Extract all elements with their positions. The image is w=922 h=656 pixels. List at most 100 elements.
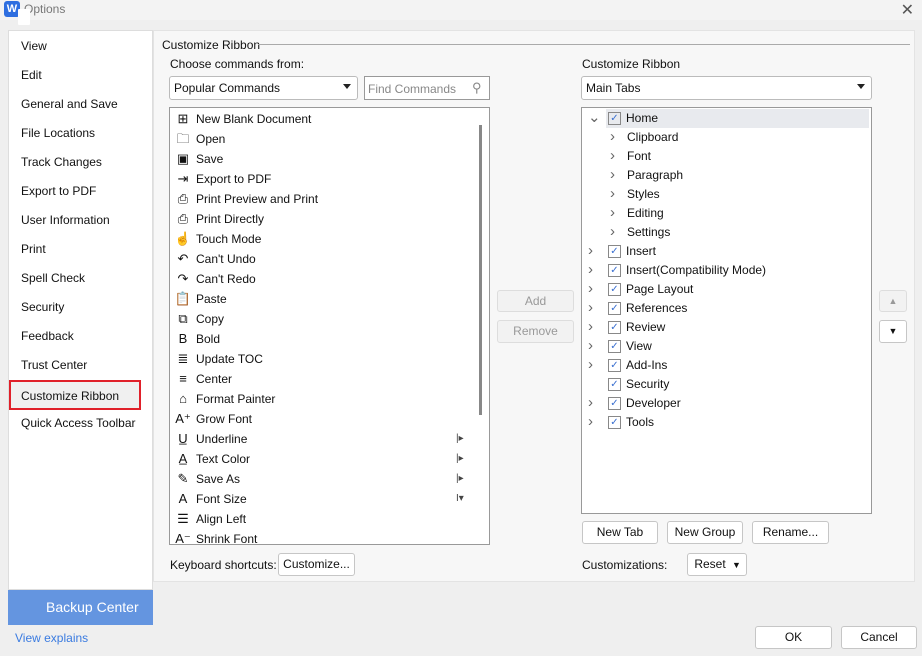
- command-item[interactable]: A̲ Text Color |▸: [174, 449, 474, 469]
- chevron-right-icon[interactable]: ›: [610, 127, 615, 146]
- rename-button[interactable]: Rename...: [752, 521, 829, 544]
- backup-center-button[interactable]: Backup Center: [8, 590, 153, 625]
- chevron-right-icon[interactable]: ›: [610, 222, 615, 241]
- command-item[interactable]: ▣ Save: [174, 149, 474, 169]
- tree-item[interactable]: › Clipboard: [582, 128, 869, 147]
- command-item[interactable]: ☝ Touch Mode: [174, 229, 474, 249]
- tree-item[interactable]: › ✓ Insert: [582, 242, 869, 261]
- chevron-right-icon[interactable]: ›: [588, 279, 593, 298]
- tree-item[interactable]: › Editing: [582, 204, 869, 223]
- chevron-right-icon[interactable]: ›: [588, 412, 593, 431]
- customize-shortcuts-button[interactable]: Customize...: [278, 553, 355, 576]
- reset-dropdown-button[interactable]: Reset ▼: [687, 553, 747, 576]
- commands-scrollbar[interactable]: [479, 125, 482, 415]
- chevron-right-icon[interactable]: ›: [588, 241, 593, 260]
- sidebar-item-view[interactable]: View: [21, 39, 47, 53]
- chevron-right-icon[interactable]: ›: [610, 165, 615, 184]
- checkbox[interactable]: ✓: [608, 416, 621, 429]
- command-item[interactable]: ✎ Save As |▸: [174, 469, 474, 489]
- checkbox[interactable]: ✓: [608, 397, 621, 410]
- sidebar-item-customize-ribbon[interactable]: Customize Ribbon: [9, 380, 141, 410]
- sidebar-item-user-information[interactable]: User Information: [21, 213, 110, 227]
- close-icon[interactable]: ✕: [901, 0, 914, 20]
- sidebar-item-export-to-pdf[interactable]: Export to PDF: [21, 184, 96, 198]
- command-item[interactable]: ⊞ New Blank Document: [174, 109, 474, 129]
- ok-button[interactable]: OK: [755, 626, 832, 649]
- tree-item[interactable]: › ✓ References: [582, 299, 869, 318]
- sidebar-item-print[interactable]: Print: [21, 242, 46, 256]
- commands-source-dropdown[interactable]: Popular Commands: [169, 76, 358, 100]
- command-item[interactable]: ⇥ Export to PDF: [174, 169, 474, 189]
- chevron-right-icon[interactable]: ›: [588, 393, 593, 412]
- chevron-right-icon[interactable]: ›: [588, 317, 593, 336]
- command-item[interactable]: ↷ Can't Redo: [174, 269, 474, 289]
- ribbon-tree[interactable]: ⌄ ✓ Home › Clipboard › Font › Paragraph › Styles › E…: [581, 107, 872, 514]
- sidebar-item-track-changes[interactable]: Track Changes: [21, 155, 102, 169]
- command-item[interactable]: 🗀 Open: [174, 129, 474, 149]
- new-group-button[interactable]: New Group: [667, 521, 743, 544]
- tree-item[interactable]: › Font: [582, 147, 869, 166]
- chevron-right-icon[interactable]: ›: [588, 355, 593, 374]
- tree-item[interactable]: › ✓ Insert(Compatibility Mode): [582, 261, 869, 280]
- command-item[interactable]: 📋 Paste: [174, 289, 474, 309]
- ribbon-tabs-dropdown[interactable]: Main Tabs: [581, 76, 872, 100]
- commands-list[interactable]: ⊞ New Blank Document 🗀 Open ▣ Save ⇥ Export to …: [169, 107, 490, 545]
- command-item[interactable]: ≡ Center: [174, 369, 474, 389]
- checkbox[interactable]: ✓: [608, 264, 621, 277]
- chevron-right-icon[interactable]: ›: [610, 203, 615, 222]
- tree-item[interactable]: › ✓ Review: [582, 318, 869, 337]
- command-item[interactable]: A Font Size I▾: [174, 489, 474, 509]
- chevron-right-icon[interactable]: ›: [610, 146, 615, 165]
- chevron-right-icon[interactable]: ›: [588, 336, 593, 355]
- search-icon[interactable]: ⚲: [472, 80, 482, 96]
- tree-item[interactable]: › Settings: [582, 223, 869, 242]
- checkbox[interactable]: ✓: [608, 302, 621, 315]
- tree-item[interactable]: › ✓ Page Layout: [582, 280, 869, 299]
- command-item[interactable]: ⌂ Format Painter: [174, 389, 474, 409]
- sidebar-item-file-locations[interactable]: File Locations: [21, 126, 95, 140]
- chevron-right-icon[interactable]: ›: [610, 184, 615, 203]
- tree-item[interactable]: › ✓ View: [582, 337, 869, 356]
- checkbox[interactable]: ✓: [608, 340, 621, 353]
- tree-item[interactable]: ⌄ ✓ Home: [588, 109, 869, 128]
- sidebar-item-quick-access-toolbar[interactable]: Quick Access Toolbar: [21, 416, 136, 430]
- tree-item[interactable]: › ✓ Add-Ins: [582, 356, 869, 375]
- sidebar-item-feedback[interactable]: Feedback: [21, 329, 74, 343]
- tree-item[interactable]: › Paragraph: [582, 166, 869, 185]
- new-tab-button[interactable]: New Tab: [582, 521, 658, 544]
- sidebar-item-trust-center[interactable]: Trust Center: [21, 358, 87, 372]
- add-button[interactable]: Add: [497, 290, 574, 312]
- sidebar-item-edit[interactable]: Edit: [21, 68, 42, 82]
- move-down-button[interactable]: ▼: [879, 320, 907, 343]
- command-item[interactable]: A⁻ Shrink Font: [174, 529, 474, 544]
- cancel-button[interactable]: Cancel: [841, 626, 917, 649]
- tree-item[interactable]: › ✓ Developer: [582, 394, 869, 413]
- command-item[interactable]: ↶ Can't Undo: [174, 249, 474, 269]
- sidebar-item-security[interactable]: Security: [21, 300, 64, 314]
- checkbox[interactable]: ✓: [608, 321, 621, 334]
- command-item[interactable]: ☰ Align Left: [174, 509, 474, 529]
- move-up-button[interactable]: ▲: [879, 290, 907, 312]
- command-item[interactable]: B Bold: [174, 329, 474, 349]
- checkbox[interactable]: ✓: [608, 112, 621, 125]
- chevron-right-icon[interactable]: ›: [588, 298, 593, 317]
- tree-item[interactable]: › Styles: [582, 185, 869, 204]
- command-item[interactable]: ⎙ Print Preview and Print: [174, 189, 474, 209]
- chevron-down-icon[interactable]: ⌄: [588, 108, 601, 127]
- command-item[interactable]: ⧉ Copy: [174, 309, 474, 329]
- command-item[interactable]: U̲ Underline |▸: [174, 429, 474, 449]
- command-item[interactable]: ≣ Update TOC: [174, 349, 474, 369]
- checkbox[interactable]: ✓: [608, 283, 621, 296]
- chevron-right-icon[interactable]: ›: [588, 260, 593, 279]
- view-explains-link[interactable]: View explains: [15, 631, 88, 645]
- checkbox[interactable]: ✓: [608, 359, 621, 372]
- tree-item[interactable]: ✓ Security: [582, 375, 869, 394]
- remove-button[interactable]: Remove: [497, 320, 574, 343]
- command-item[interactable]: A⁺ Grow Font: [174, 409, 474, 429]
- checkbox[interactable]: ✓: [608, 245, 621, 258]
- checkbox[interactable]: ✓: [608, 378, 621, 391]
- command-item[interactable]: ⎙ Print Directly: [174, 209, 474, 229]
- sidebar-item-general-and-save[interactable]: General and Save: [21, 97, 118, 111]
- tree-item[interactable]: › ✓ Tools: [582, 413, 869, 432]
- sidebar-item-spell-check[interactable]: Spell Check: [21, 271, 85, 285]
